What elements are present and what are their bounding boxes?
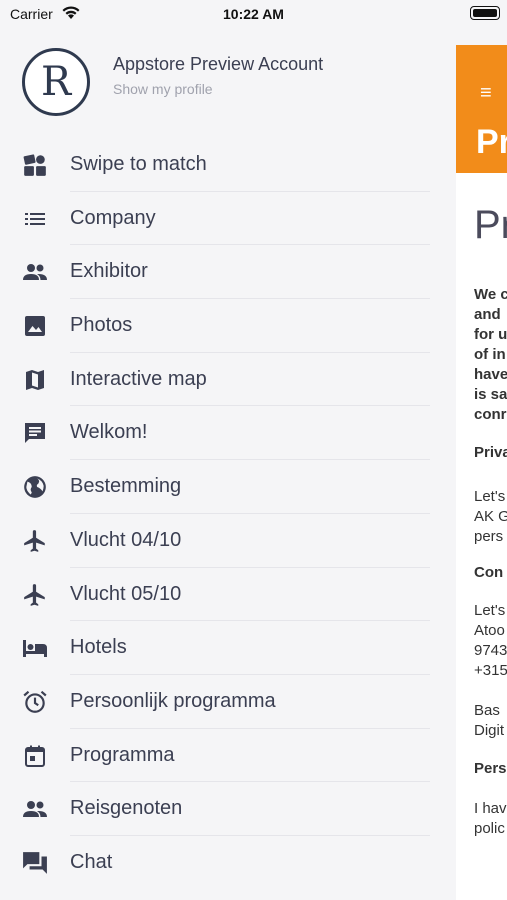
menu-item-label: Programma	[70, 743, 175, 766]
avatar[interactable]: R	[22, 48, 90, 116]
menu-item-company[interactable]: Company	[0, 192, 456, 246]
map-icon	[21, 366, 49, 394]
menu-item-label: Vlucht 04/10	[70, 528, 182, 551]
profile-header[interactable]: R Appstore Preview Account Show my profi…	[0, 30, 456, 140]
battery-icon	[470, 6, 500, 20]
calendar-icon	[21, 742, 49, 770]
show-profile-link[interactable]: Show my profile	[113, 81, 213, 97]
page-heading: Pr	[474, 203, 507, 247]
menu-item-label: Bestemming	[70, 475, 182, 498]
menu-item-photos[interactable]: Photos	[0, 299, 456, 353]
menu-item-vlucht-04-10[interactable]: Vlucht 04/10	[0, 514, 456, 568]
list-icon	[21, 205, 49, 233]
body-text-line: I hav	[474, 800, 507, 817]
message-icon	[21, 419, 49, 447]
swipe-match-icon	[21, 151, 49, 179]
menu-item-label: Chat	[70, 850, 113, 873]
drawer-menu: Swipe to match Company Exhibitor Photos Inte…	[0, 138, 456, 890]
body-text-line: of in	[474, 346, 506, 363]
body-text-line: Pers	[474, 760, 507, 777]
menu-item-reisgenoten[interactable]: Reisgenoten	[0, 782, 456, 836]
background-page[interactable]: ≡ Pr Pr We c and for u of in have is sa conr Pr…	[456, 45, 507, 900]
body-text-line: Bas	[474, 702, 500, 719]
body-text-line: polic	[474, 820, 505, 837]
menu-item-exhibitor[interactable]: Exhibitor	[0, 245, 456, 300]
body-text-line: Let's	[474, 602, 506, 619]
page-header-title: Pr	[476, 123, 507, 161]
menu-item-label: Vlucht 05/10	[70, 582, 182, 605]
chat-icon	[21, 849, 49, 877]
menu-item-label: Exhibitor	[70, 260, 148, 283]
menu-item-label: Hotels	[70, 636, 127, 659]
menu-item-bestemming[interactable]: Bestemming	[0, 460, 456, 514]
menu-item-label: Reisgenoten	[70, 797, 183, 820]
people-icon	[21, 258, 49, 286]
people-icon	[21, 795, 49, 823]
status-time: 10:22 AM	[223, 6, 284, 22]
menu-item-programma[interactable]: Programma	[0, 729, 456, 783]
body-text-line: Digit	[474, 722, 505, 739]
airplane-icon	[21, 527, 49, 555]
body-text-line: 9743	[474, 642, 507, 659]
menu-item-welkom[interactable]: Welkom!	[0, 406, 456, 461]
menu-item-interactive-map[interactable]: Interactive map	[0, 353, 456, 407]
alarm-icon	[21, 688, 49, 716]
body-text-line: +315	[474, 662, 507, 679]
menu-item-label: Welkom!	[70, 421, 148, 444]
airplane-icon	[21, 581, 49, 609]
body-text-line: have	[474, 366, 507, 383]
menu-item-vlucht-05-10[interactable]: Vlucht 05/10	[0, 568, 456, 622]
navigation-drawer: R Appstore Preview Account Show my profi…	[0, 30, 456, 900]
avatar-logo: R	[40, 59, 72, 105]
status-bar: Carrier 10:22 AM	[0, 0, 507, 30]
body-text-line: is sa	[474, 386, 507, 403]
menu-item-persoonlijk-programma[interactable]: Persoonlijk programma	[0, 675, 456, 729]
menu-item-label: Swipe to match	[70, 153, 207, 175]
menu-item-label: Interactive map	[70, 367, 207, 390]
globe-icon	[21, 473, 49, 501]
menu-item-label: Company	[70, 206, 156, 229]
body-text-line: We c	[474, 286, 507, 303]
body-text-line: Atoo	[474, 622, 505, 639]
body-text-line: Priva	[474, 444, 507, 461]
body-text-line: for u	[474, 326, 507, 343]
body-text-line: and	[474, 306, 501, 323]
menu-item-label: Photos	[70, 314, 133, 337]
menu-item-chat[interactable]: Chat	[0, 836, 456, 890]
hamburger-menu-icon[interactable]: ≡	[480, 83, 492, 103]
body-text-line: Let's	[474, 488, 506, 505]
menu-item-hotels[interactable]: Hotels	[0, 621, 456, 675]
menu-item-swipe-to-match[interactable]: Swipe to match	[0, 138, 456, 192]
menu-item-label: Persoonlijk programma	[70, 689, 276, 712]
body-text-line: Con	[474, 564, 504, 581]
body-text-line: conr	[474, 406, 507, 423]
body-text-line: AK G	[474, 508, 507, 525]
hotel-bed-icon	[21, 634, 49, 662]
photo-icon	[21, 312, 49, 340]
page-header: ≡ Pr	[456, 45, 507, 173]
account-name: Appstore Preview Account	[113, 54, 324, 74]
body-text-line: pers	[474, 528, 504, 545]
